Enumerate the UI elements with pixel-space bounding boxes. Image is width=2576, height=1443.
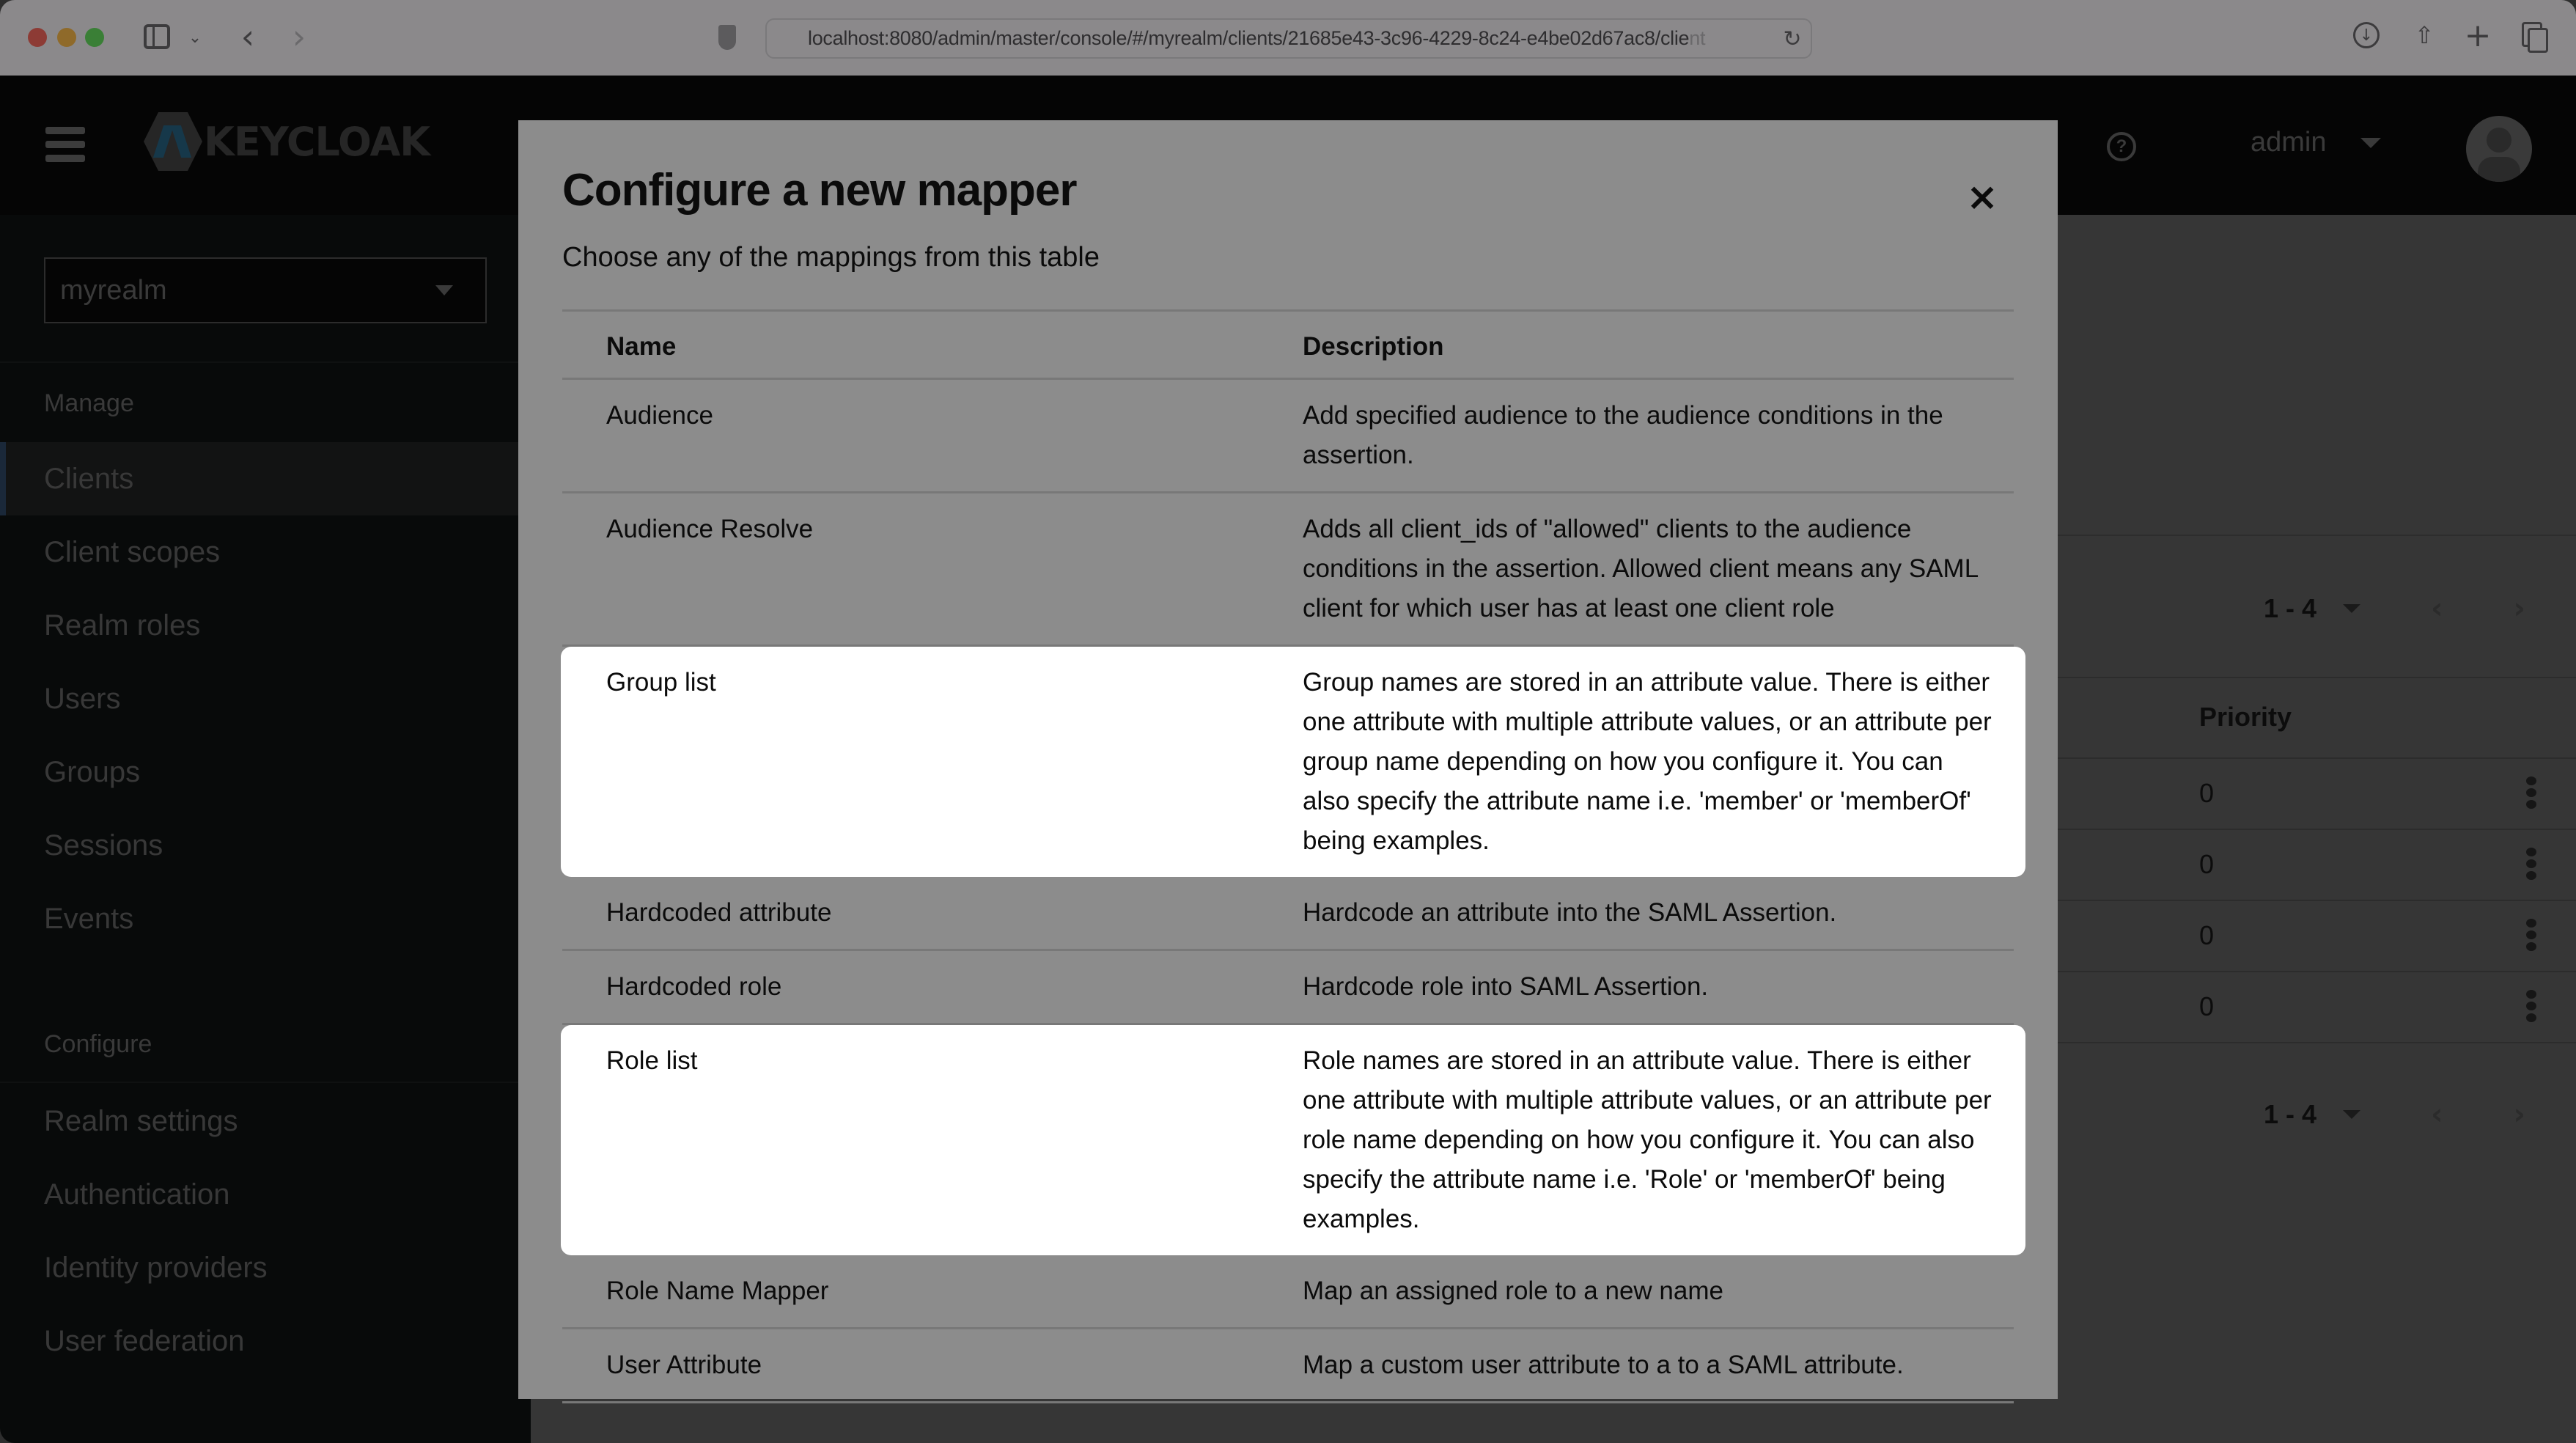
- mapper-description: Map an assigned role to a new name: [1303, 1277, 1723, 1305]
- url-text-faded: nt: [1689, 27, 1706, 49]
- mapper-name[interactable]: Hardcoded role: [606, 967, 781, 1007]
- priority-cell: 0: [2199, 778, 2215, 808]
- sidebar-item-realm-settings[interactable]: Realm settings: [0, 1084, 531, 1158]
- mapper-description: Role names are stored in an attribute va…: [1303, 1046, 1992, 1233]
- mapper-row-role-list[interactable]: Role list Role names are stored in an att…: [561, 1025, 2025, 1255]
- mapper-description: Hardcode an attribute into the SAML Asse…: [1303, 898, 1837, 927]
- priority-cell: 0: [2199, 849, 2215, 879]
- sidebar-item-authentication[interactable]: Authentication: [0, 1158, 531, 1231]
- column-header-priority[interactable]: Priority: [2199, 702, 2292, 732]
- sidebar-item-identity-providers[interactable]: Identity providers: [0, 1231, 531, 1304]
- sidebar-item-users[interactable]: Users: [0, 662, 531, 735]
- caret-down-icon[interactable]: [2343, 1110, 2361, 1119]
- download-icon[interactable]: ↓: [2353, 22, 2380, 48]
- tabs-icon[interactable]: [2522, 22, 2548, 53]
- modal-subtitle: Choose any of the mappings from this tab…: [562, 242, 1100, 273]
- close-icon[interactable]: ×: [1964, 178, 2001, 216]
- sidebar-item-events[interactable]: Events: [0, 882, 531, 955]
- sidebar-item-client-scopes[interactable]: Client scopes: [0, 515, 531, 589]
- help-icon[interactable]: ?: [2107, 132, 2136, 161]
- logo-text: KEYCLOAK: [204, 118, 430, 165]
- caret-down-icon: [2360, 137, 2381, 148]
- kebab-menu-icon[interactable]: [2526, 990, 2536, 1025]
- address-bar[interactable]: localhost:8080/admin/master/console/#/my…: [765, 18, 1812, 59]
- previous-page-button[interactable]: ‹: [2431, 592, 2443, 625]
- nav-group-title-configure: Configure: [44, 1030, 152, 1058]
- priority-cell: 0: [2199, 920, 2215, 950]
- reload-icon[interactable]: ↻: [1781, 24, 1803, 54]
- plus-icon[interactable]: +: [2465, 17, 2492, 54]
- mapper-row-hardcoded-role[interactable]: Hardcoded role Hardcode role into SAML As…: [562, 951, 2014, 1025]
- sidebar-icon[interactable]: [144, 24, 170, 49]
- user-name: admin: [2251, 127, 2327, 158]
- column-header-name: Name: [606, 332, 677, 361]
- divider: [0, 1082, 531, 1083]
- close-window-button[interactable]: [28, 28, 47, 47]
- mapper-name[interactable]: Role list: [606, 1041, 697, 1081]
- caret-down-icon: [435, 285, 453, 295]
- realm-selector-value: myrealm: [60, 274, 167, 306]
- mapper-name[interactable]: Hardcoded attribute: [606, 893, 831, 933]
- forward-button[interactable]: ›: [284, 17, 314, 56]
- column-header-description: Description: [1303, 332, 1444, 361]
- maximize-window-button[interactable]: [85, 28, 104, 47]
- mapper-name[interactable]: Group list: [606, 663, 716, 702]
- mapper-row-hardcoded-attribute[interactable]: Hardcoded attribute Hardcode an attribute…: [562, 877, 2014, 951]
- mapper-row-audience[interactable]: Audience Add specified audience to the au…: [562, 380, 2014, 493]
- table-header: Name Description: [562, 309, 2014, 380]
- mapper-row-group-list[interactable]: Group list Group names are stored in an a…: [561, 647, 2025, 877]
- pagination-bottom: 1 - 4 ‹ ›: [2264, 1098, 2525, 1131]
- browser-toolbar: ⌄ ‹ › localhost:8080/admin/master/consol…: [0, 0, 2576, 76]
- user-menu-toggle[interactable]: admin: [2251, 127, 2381, 158]
- share-icon[interactable]: ⇧: [2413, 19, 2435, 51]
- minimize-window-button[interactable]: [57, 28, 76, 47]
- mapper-row-audience-resolve[interactable]: Audience Resolve Adds all client_ids of "…: [562, 493, 2014, 647]
- realm-selector[interactable]: myrealm: [44, 257, 487, 323]
- avatar[interactable]: [2466, 116, 2532, 182]
- sidebar: myrealm Manage Clients Client scopes Rea…: [0, 215, 531, 1443]
- nav-group-title-manage: Manage: [44, 389, 134, 417]
- sidebar-item-user-federation[interactable]: User federation: [0, 1304, 531, 1378]
- mapper-name[interactable]: Role Name Mapper: [606, 1271, 828, 1311]
- table-body: Audience Add specified audience to the au…: [561, 380, 2025, 1403]
- mapper-description: Adds all client_ids of "allowed" clients…: [1303, 515, 1978, 623]
- kebab-menu-icon[interactable]: [2526, 776, 2536, 812]
- hamburger-menu-icon[interactable]: [45, 127, 85, 162]
- mapper-description: Group names are stored in an attribute v…: [1303, 668, 1992, 855]
- url-text: localhost:8080/admin/master/console/#/my…: [808, 27, 1690, 49]
- sidebar-item-sessions[interactable]: Sessions: [0, 809, 531, 882]
- configure-mapper-modal: Configure a new mapper × Choose any of t…: [518, 120, 2058, 1403]
- chevron-down-icon[interactable]: ⌄: [186, 25, 204, 50]
- sidebar-item-realm-roles[interactable]: Realm roles: [0, 589, 531, 662]
- keycloak-logo-icon: [144, 112, 202, 171]
- sidebar-item-groups[interactable]: Groups: [0, 735, 531, 809]
- mapper-description: Add specified audience to the audience c…: [1303, 401, 1943, 469]
- mapper-description: Map a custom user attribute to a to a SA…: [1303, 1351, 1904, 1379]
- mapper-row-user-attribute[interactable]: User Attribute Map a custom user attribut…: [562, 1329, 2014, 1403]
- kebab-menu-icon[interactable]: [2526, 919, 2536, 954]
- caret-down-icon[interactable]: [2343, 604, 2361, 613]
- keycloak-logo[interactable]: KEYCLOAK: [144, 112, 430, 171]
- next-page-button[interactable]: ›: [2514, 592, 2525, 625]
- mapper-name[interactable]: Audience Resolve: [606, 510, 813, 549]
- pagination-top: 1 - 4 ‹ ›: [2264, 592, 2525, 625]
- mapper-name[interactable]: Audience: [606, 396, 713, 436]
- pagination-range[interactable]: 1 - 4: [2264, 593, 2316, 624]
- shield-icon[interactable]: [718, 25, 736, 50]
- pagination-range[interactable]: 1 - 4: [2264, 1099, 2316, 1130]
- mapper-row-role-name-mapper[interactable]: Role Name Mapper Map an assigned role to …: [562, 1255, 2014, 1329]
- next-page-button[interactable]: ›: [2514, 1098, 2525, 1131]
- back-button[interactable]: ‹: [233, 17, 262, 56]
- mapper-name[interactable]: User Attribute: [606, 1345, 762, 1385]
- mapper-description: Hardcode role into SAML Assertion.: [1303, 972, 1709, 1001]
- previous-page-button[interactable]: ‹: [2431, 1098, 2443, 1131]
- divider: [0, 361, 531, 363]
- mapper-table: Name Description Audience Add specified a…: [561, 309, 2025, 1403]
- modal-title: Configure a new mapper: [562, 165, 1077, 216]
- priority-cell: 0: [2199, 991, 2215, 1021]
- kebab-menu-icon[interactable]: [2526, 848, 2536, 883]
- sidebar-item-clients[interactable]: Clients: [0, 442, 531, 515]
